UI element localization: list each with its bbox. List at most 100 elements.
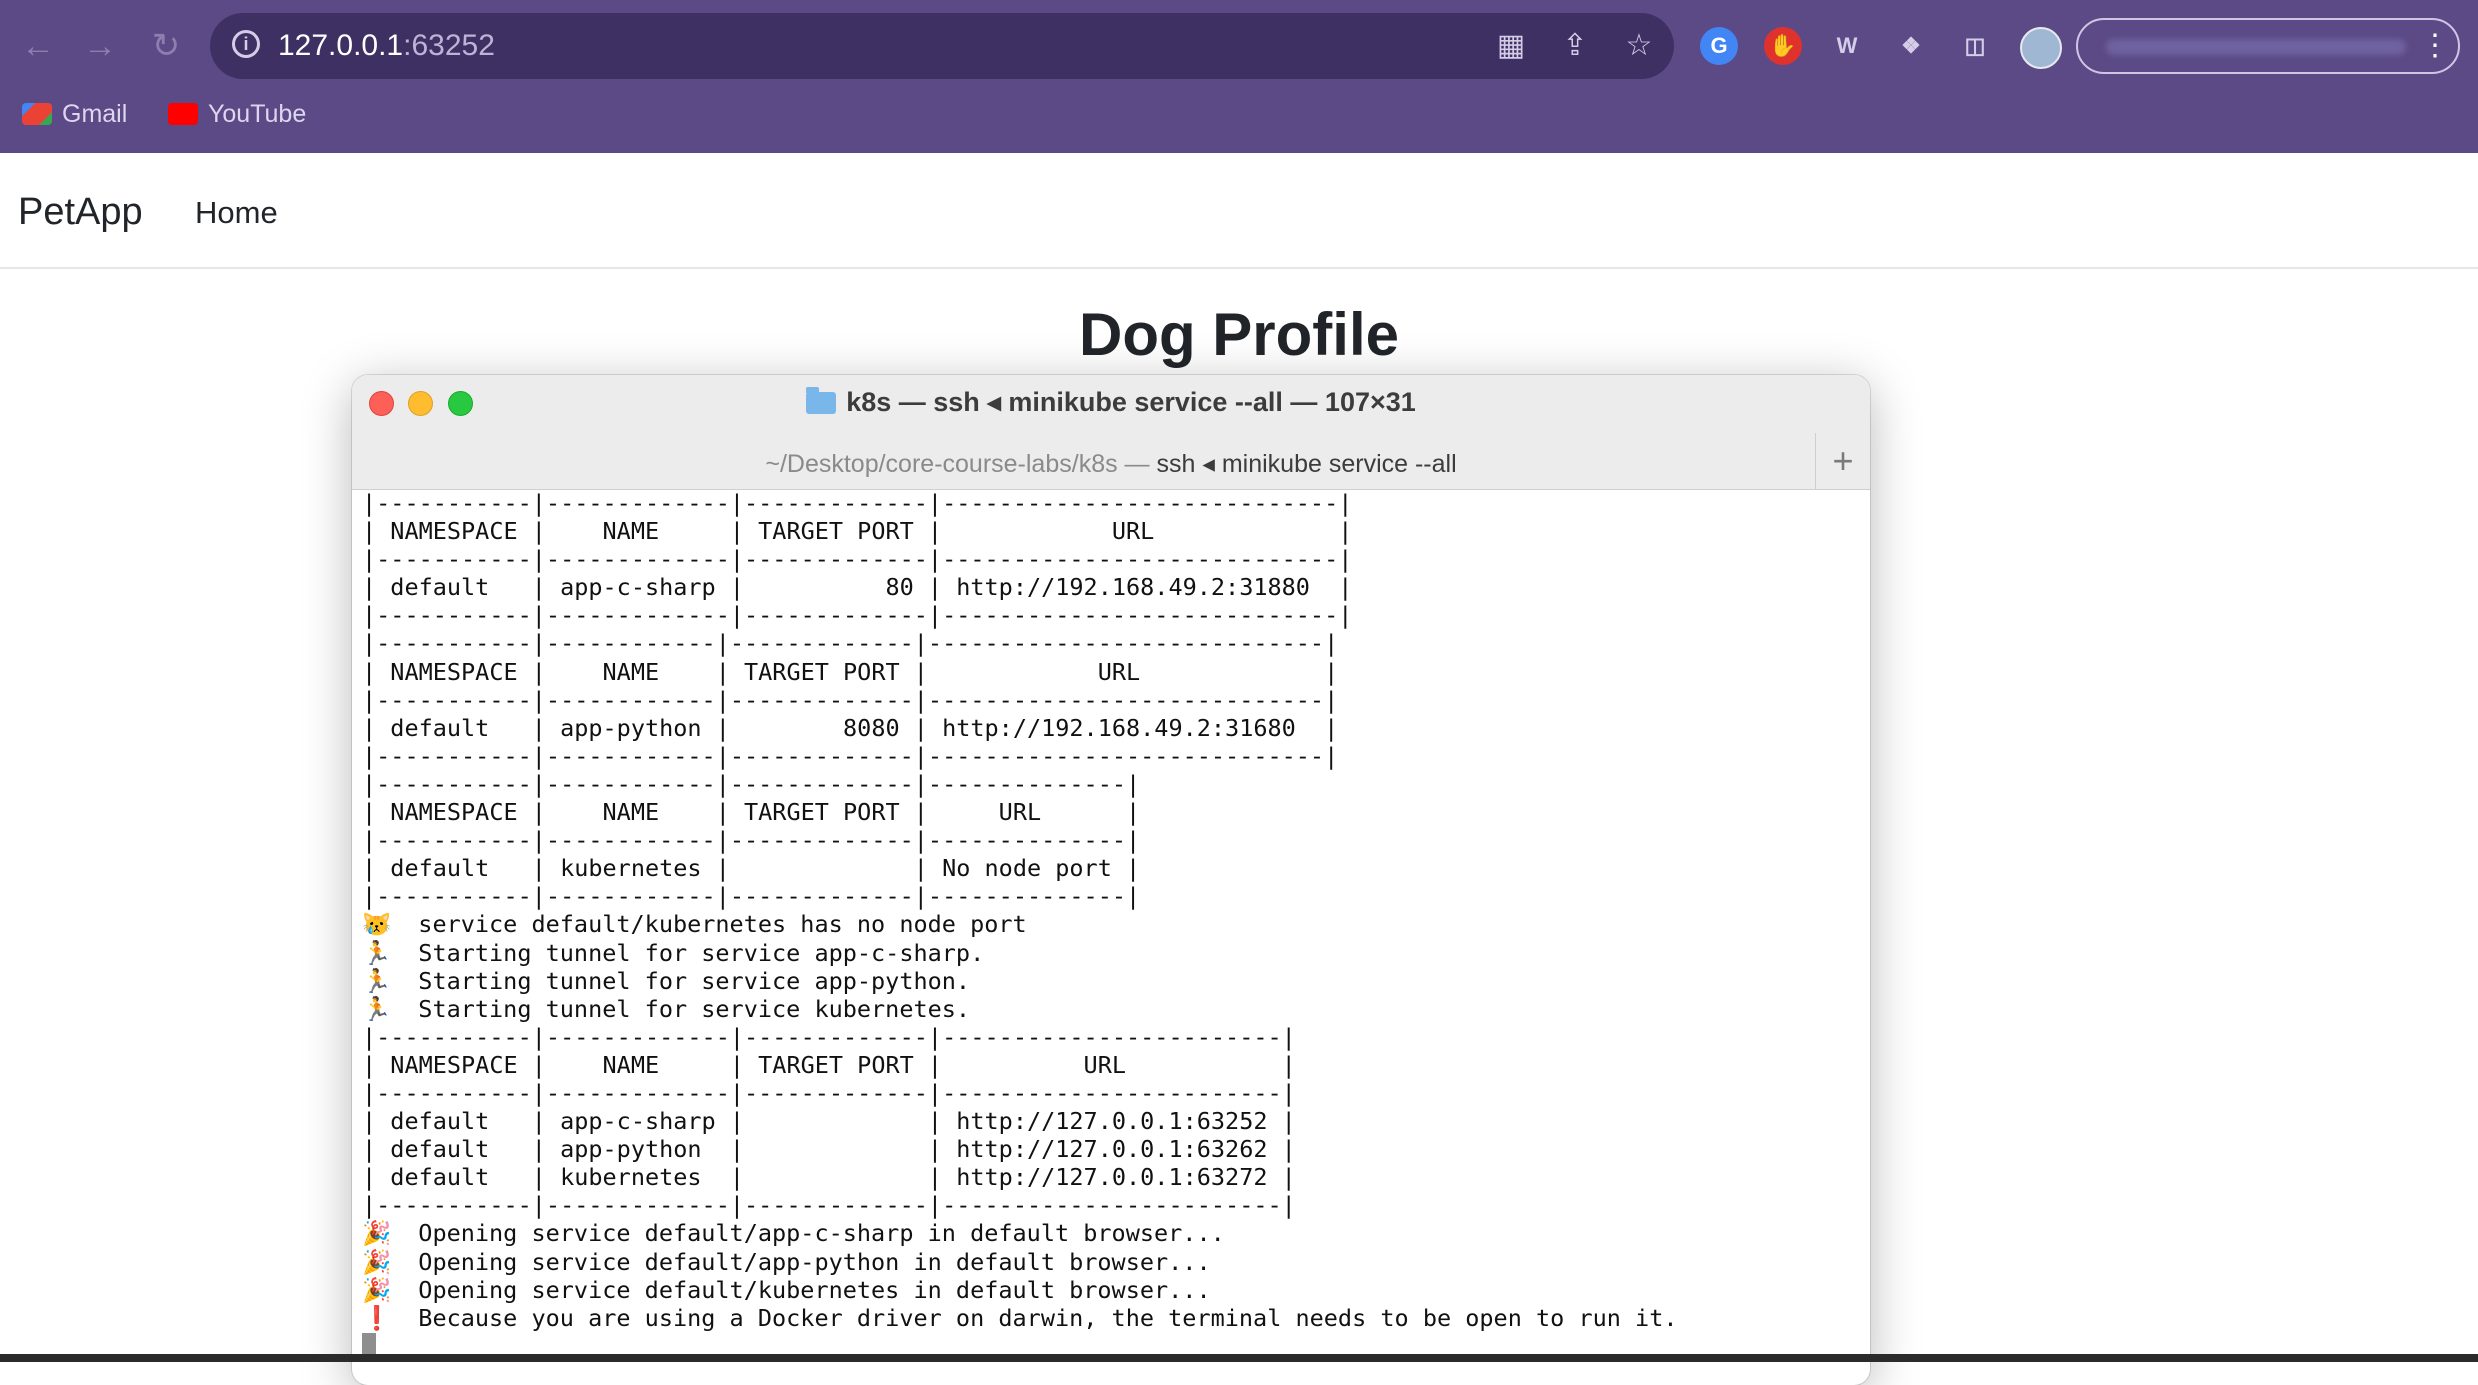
site-info-icon[interactable]: i — [232, 30, 260, 58]
bookmark-youtube[interactable]: YouTube — [168, 100, 306, 129]
terminal-line-text: |-----------|-------------|-------------… — [362, 1078, 1296, 1107]
terminal-line: | default | app-c-sharp | | http://127.0… — [362, 1107, 1862, 1135]
terminal-line-text: Opening service default/app-python in de… — [390, 1247, 1211, 1276]
terminal-title: k8s — ssh ◂ minikube service --all — 107… — [352, 387, 1870, 418]
bookmark-label: YouTube — [208, 100, 307, 128]
terminal-output[interactable]: |-----------|-------------|-------------… — [362, 489, 1862, 1385]
url-text[interactable]: 127.0.0.1:63252 — [278, 29, 495, 63]
terminal-line-text: | default | kubernetes | | http://127.0.… — [362, 1163, 1296, 1192]
terminal-line-text: Starting tunnel for service app-python. — [390, 966, 971, 995]
terminal-line-text: | NAMESPACE | NAME | TARGET PORT | URL | — [362, 1050, 1296, 1079]
terminal-line: |-----------|------------|-------------|… — [362, 686, 1862, 714]
terminal-line: ❗ Because you are using a Docker driver … — [362, 1304, 1862, 1332]
url-port: :63252 — [403, 29, 495, 62]
terminal-title-text: k8s — ssh ◂ minikube service --all — 107… — [846, 387, 1416, 417]
terminal-line-text: | NAMESPACE | NAME | TARGET PORT | URL | — [362, 657, 1339, 686]
terminal-line: |-----------|-------------|-------------… — [362, 1191, 1862, 1219]
w-extension-icon[interactable]: W — [1828, 27, 1866, 65]
terminal-line-text: Starting tunnel for service kubernetes. — [390, 994, 971, 1023]
terminal-line: 🎉 Opening service default/app-c-sharp in… — [362, 1219, 1862, 1247]
terminal-line: | NAMESPACE | NAME | TARGET PORT | URL | — [362, 517, 1862, 545]
google-extension-icon[interactable]: G — [1700, 27, 1738, 65]
terminal-line: |-----------|------------|-------------|… — [362, 826, 1862, 854]
profile-avatar-icon[interactable] — [2020, 27, 2062, 69]
share-icon[interactable]: ⇪ — [1556, 27, 1594, 65]
puzzle-extensions-icon[interactable]: ❖ — [1892, 27, 1930, 65]
terminal-line: 🎉 Opening service default/kubernetes in … — [362, 1276, 1862, 1304]
terminal-line-text: |-----------|-------------|-------------… — [362, 545, 1353, 574]
url-host: 127.0.0.1 — [278, 29, 404, 62]
terminal-line-text: |-----------|------------|-------------|… — [362, 826, 1141, 855]
terminal-line: |-----------|-------------|-------------… — [362, 1079, 1862, 1107]
youtube-icon — [168, 103, 198, 125]
terminal-line-text: Opening service default/kubernetes in de… — [390, 1275, 1211, 1304]
bang-icon: ❗ — [362, 1303, 392, 1332]
terminal-line: | default | kubernetes | | http://127.0.… — [362, 1163, 1862, 1191]
terminal-line-text: |-----------|------------|-------------|… — [362, 769, 1141, 798]
nav-home-link[interactable]: Home — [195, 195, 278, 231]
run-icon: 🏃 — [362, 994, 392, 1023]
terminal-line-text: | default | app-c-sharp | | http://127.0… — [362, 1107, 1296, 1136]
browser-toolbar: ← → ↻ i 127.0.0.1:63252 ▦ ⇪ ☆ G ✋ W ❖ ◫ … — [0, 0, 2478, 153]
gmail-icon — [22, 103, 52, 125]
forward-icon[interactable]: → — [80, 26, 120, 66]
terminal-line: 🎉 Opening service default/app-python in … — [362, 1248, 1862, 1276]
terminal-line: 🏃 Starting tunnel for service kubernetes… — [362, 995, 1862, 1023]
terminal-line: | default | app-c-sharp | 80 | http://19… — [362, 573, 1862, 601]
party-icon: 🎉 — [362, 1219, 392, 1248]
terminal-line: |-----------|-------------|-------------… — [362, 489, 1862, 517]
party-icon: 🎉 — [362, 1275, 392, 1304]
tab-command: ssh ◂ minikube service --all — [1156, 450, 1457, 478]
bookmark-label: Gmail — [62, 100, 128, 128]
terminal-line-text: | NAMESPACE | NAME | TARGET PORT | URL | — [362, 517, 1353, 546]
terminal-line: |-----------|-------------|-------------… — [362, 545, 1862, 573]
site-navbar: PetApp Home — [0, 153, 2478, 269]
back-icon[interactable]: ← — [18, 26, 58, 66]
run-icon: 🏃 — [362, 938, 392, 967]
terminal-line: |-----------|------------|-------------|… — [362, 742, 1862, 770]
profile-name-redacted — [2106, 39, 2406, 55]
new-tab-button[interactable]: + — [1815, 433, 1870, 489]
side-panel-icon[interactable]: ◫ — [1956, 27, 1994, 65]
terminal-line-text: |-----------|-------------|-------------… — [362, 601, 1353, 630]
terminal-line-text: | NAMESPACE | NAME | TARGET PORT | URL | — [362, 798, 1141, 827]
party-icon: 🎉 — [362, 1247, 392, 1276]
profile-button[interactable]: ⋮ — [2076, 18, 2460, 74]
tab-path: ~/Desktop/core-course-labs/k8s — — [765, 450, 1157, 478]
terminal-line: 🏃 Starting tunnel for service app-c-shar… — [362, 939, 1862, 967]
bookmark-gmail[interactable]: Gmail — [22, 100, 127, 129]
terminal-line-text: Starting tunnel for service app-c-sharp. — [390, 938, 985, 967]
page-title: Dog Profile — [1078, 301, 1399, 368]
translate-icon[interactable]: ▦ — [1492, 27, 1530, 65]
adblock-extension-icon[interactable]: ✋ — [1764, 27, 1802, 65]
menu-kebab-icon[interactable]: ⋮ — [2420, 26, 2450, 66]
folder-icon — [806, 387, 837, 414]
terminal-line-text: | default | kubernetes | | No node port … — [362, 854, 1141, 883]
bookmark-star-icon[interactable]: ☆ — [1620, 27, 1658, 65]
run-icon: 🏃 — [362, 966, 392, 995]
terminal-line: | default | kubernetes | | No node port … — [362, 854, 1862, 882]
terminal-line: | NAMESPACE | NAME | TARGET PORT | URL | — [362, 1051, 1862, 1079]
reload-icon[interactable]: ↻ — [146, 26, 186, 66]
brand-link[interactable]: PetApp — [18, 191, 143, 234]
terminal-line: | default | app-python | | http://127.0.… — [362, 1135, 1862, 1163]
terminal-line-text: | default | app-python | 8080 | http://1… — [362, 713, 1339, 742]
terminal-line-text: |-----------|------------|-------------|… — [362, 629, 1339, 658]
cat-icon: 😿 — [362, 910, 392, 939]
terminal-line: | NAMESPACE | NAME | TARGET PORT | URL | — [362, 798, 1862, 826]
terminal-line: |-----------|------------|-------------|… — [362, 882, 1862, 910]
terminal-line-text: |-----------|-------------|-------------… — [362, 489, 1353, 517]
terminal-line-text: |-----------|------------|-------------|… — [362, 741, 1339, 770]
terminal-tab[interactable]: ~/Desktop/core-course-labs/k8s — ssh ◂ m… — [352, 449, 1870, 479]
terminal-line: 🏃 Starting tunnel for service app-python… — [362, 967, 1862, 995]
terminal-titlebar[interactable]: k8s — ssh ◂ minikube service --all — 107… — [352, 375, 1870, 490]
terminal-line-text: service default/kubernetes has no node p… — [390, 910, 1027, 939]
terminal-window[interactable]: k8s — ssh ◂ minikube service --all — 107… — [352, 375, 1870, 1385]
terminal-line-text: |-----------|-------------|-------------… — [362, 1022, 1296, 1051]
address-bar[interactable]: i 127.0.0.1:63252 ▦ ⇪ ☆ — [210, 13, 1674, 79]
terminal-line: |-----------|------------|-------------|… — [362, 770, 1862, 798]
terminal-line-text: |-----------|------------|-------------|… — [362, 882, 1141, 911]
terminal-line-text: Because you are using a Docker driver on… — [390, 1303, 1678, 1332]
dock-edge — [0, 1354, 2478, 1362]
terminal-line-text: | default | app-python | | http://127.0.… — [362, 1135, 1296, 1164]
